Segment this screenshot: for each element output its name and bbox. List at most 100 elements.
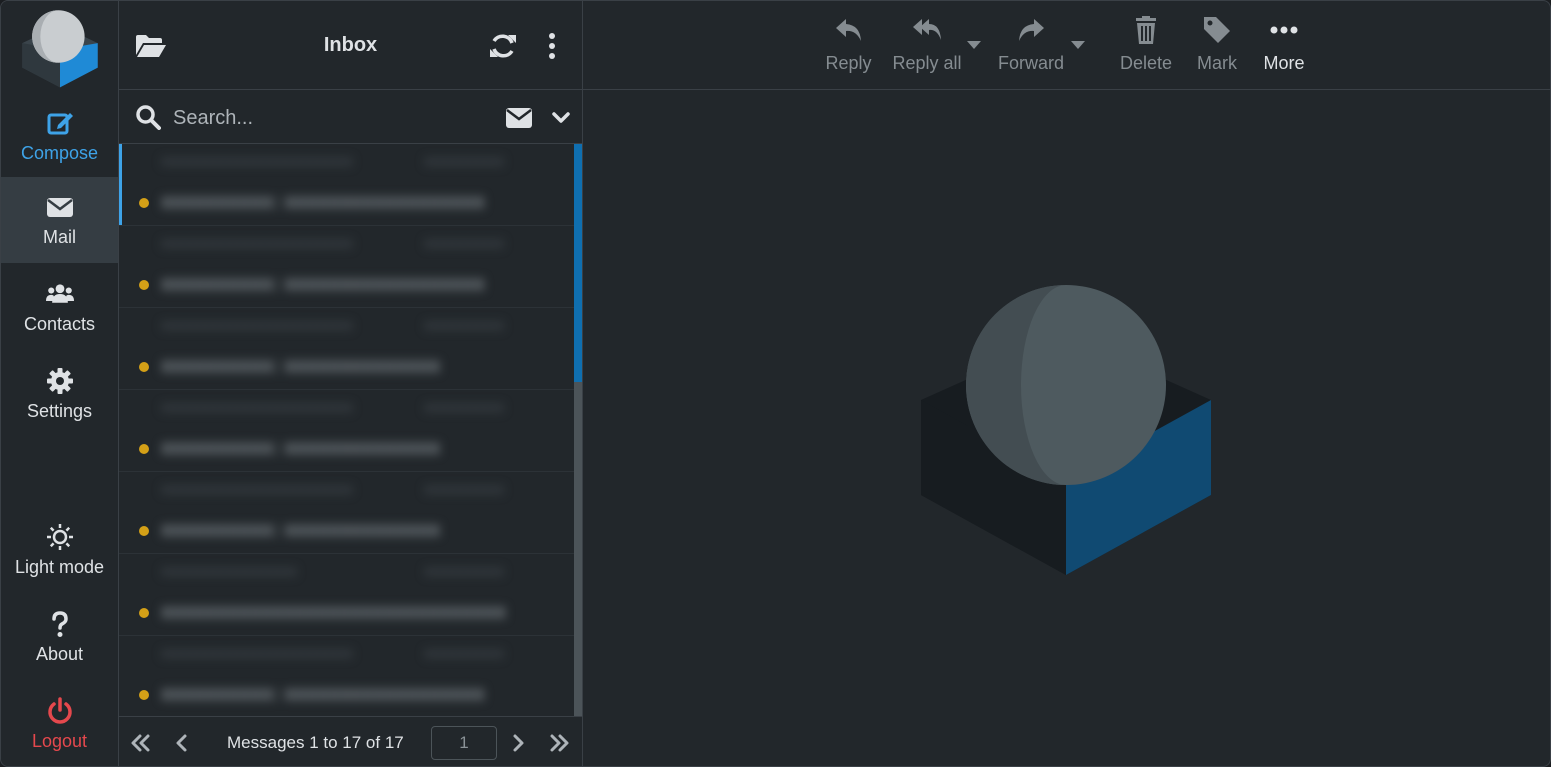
ellipsis-icon [1270, 26, 1298, 34]
app-logo[interactable] [19, 7, 101, 89]
unread-dot [139, 690, 149, 700]
pagination: Messages 1 to 17 of 17 [119, 716, 582, 766]
reply-icon [835, 19, 861, 41]
envelope-icon[interactable] [505, 107, 533, 129]
nav-about-label: About [35, 643, 84, 664]
message-subject: xxxxxxxxxx: xxxxxxxxxxxxxx [161, 355, 441, 377]
message-sender: xxxxxxxxxxxxxxxxxxxxxxxx [161, 153, 353, 170]
message-subject: xxxxxxxxxxxxxxxxxxxxxxxxxxxxxxx [161, 601, 506, 623]
users-icon [45, 283, 74, 303]
message-row[interactable]: xxxxxxxxxxxxxxxxxxxxxxxx xxxxxxxxxx xxxx… [119, 472, 574, 554]
message-list-scrollbar[interactable] [574, 144, 582, 716]
reply-button[interactable]: Reply [821, 15, 876, 85]
scrollbar-thumb[interactable] [574, 144, 582, 382]
unread-dot [139, 526, 149, 536]
message-sender: xxxxxxxxxxxxxxxxx [161, 563, 297, 580]
message-row[interactable]: xxxxxxxxxxxxxxxxxxxxxxxx xxxxxxxxxx xxxx… [119, 636, 574, 716]
reply-all-icon [913, 19, 941, 40]
reply-all-caret-icon[interactable] [967, 41, 981, 50]
nav-contacts-label: Contacts [23, 313, 96, 334]
mark-label: Mark [1197, 53, 1237, 73]
delete-button[interactable]: Delete [1116, 15, 1176, 85]
nav-settings-label: Settings [26, 400, 93, 421]
more-label: More [1263, 53, 1305, 73]
unread-dot [139, 198, 149, 208]
message-sender: xxxxxxxxxxxxxxxxxxxxxxxx [161, 399, 353, 416]
unread-dot [139, 608, 149, 618]
message-sender: xxxxxxxxxxxxxxxxxxxxxxxx [161, 235, 353, 252]
search-bar [119, 90, 582, 144]
search-icon[interactable] [135, 104, 161, 130]
message-row[interactable]: xxxxxxxxxxxxxxxxxxxxxxxx xxxxxxxxxx xxxx… [119, 144, 574, 226]
message-list-panel: Inbox Search... xxxxxxxxxxxxxxxxxxxxxxxx… [119, 1, 583, 766]
gear-icon [46, 367, 73, 394]
nav-light-mode-label: Light mode [14, 556, 105, 577]
nav-mail-label: Mail [42, 226, 76, 247]
message-preview-pane [583, 90, 1550, 766]
message-toolbar: Reply Reply all Forward Delete Mark More [583, 1, 1550, 90]
envelope-icon [46, 197, 73, 217]
unread-dot [139, 362, 149, 372]
message-subject: xxxxxxxxxx: xxxxxxxxxxxxxx [161, 519, 441, 541]
message-sender: xxxxxxxxxxxxxxxxxxxxxxxx [161, 645, 353, 662]
reply-label: Reply [825, 53, 872, 73]
unread-dot [139, 444, 149, 454]
message-date: xxxxxxxxxx [424, 563, 504, 580]
main-navigation: Compose Mail Contacts Settings Light mod… [1, 1, 119, 766]
nav-settings[interactable]: Settings [1, 351, 118, 437]
mark-button[interactable]: Mark [1191, 15, 1243, 85]
message-row[interactable]: xxxxxxxxxxxxxxxxxxxxxxxx xxxxxxxxxx xxxx… [119, 308, 574, 390]
nav-mail[interactable]: Mail [1, 177, 118, 263]
nav-compose[interactable]: Compose [1, 93, 118, 179]
search-input[interactable] [171, 102, 495, 134]
more-button[interactable]: More [1259, 15, 1309, 85]
previous-page-icon[interactable] [171, 733, 193, 753]
reply-all-button[interactable]: Reply all [887, 15, 967, 85]
nav-logout-label: Logout [31, 730, 88, 751]
delete-label: Delete [1119, 53, 1173, 73]
unread-dot [139, 280, 149, 290]
message-date: xxxxxxxxxx [424, 317, 504, 334]
forward-button[interactable]: Forward [993, 15, 1069, 85]
message-list: xxxxxxxxxxxxxxxxxxxxxxxx xxxxxxxxxx xxxx… [119, 144, 574, 716]
sun-icon [46, 523, 73, 550]
message-subject: xxxxxxxxxx: xxxxxxxxxxxxxxxxxx [161, 273, 485, 295]
message-row[interactable]: xxxxxxxxxxxxxxxxxxxxxxxx xxxxxxxxxx xxxx… [119, 226, 574, 308]
message-subject: xxxxxxxxxx: xxxxxxxxxxxxxxxxxx [161, 191, 485, 213]
tag-icon [1204, 17, 1230, 43]
message-subject: xxxxxxxxxx: xxxxxxxxxxxxxx [161, 437, 441, 459]
power-icon [47, 696, 72, 724]
page-number-input[interactable] [431, 726, 497, 760]
question-icon [51, 610, 68, 637]
edit-icon [47, 112, 73, 134]
kebab-menu-icon[interactable] [545, 32, 559, 60]
reply-all-label: Reply all [892, 53, 962, 73]
message-date: xxxxxxxxxx [424, 153, 504, 170]
nav-light-mode[interactable]: Light mode [1, 507, 118, 593]
refresh-icon[interactable] [489, 32, 517, 60]
message-date: xxxxxxxxxx [424, 235, 504, 252]
trash-icon [1136, 16, 1156, 44]
pager-info: Messages 1 to 17 of 17 [227, 733, 404, 752]
next-page-icon[interactable] [507, 733, 529, 753]
chevron-down-icon[interactable] [552, 111, 570, 125]
message-row[interactable]: xxxxxxxxxxxxxxxxx xxxxxxxxxx xxxxxxxxxxx… [119, 554, 574, 636]
first-page-icon[interactable] [129, 733, 151, 753]
message-sender: xxxxxxxxxxxxxxxxxxxxxxxx [161, 317, 353, 334]
nav-contacts[interactable]: Contacts [1, 264, 118, 350]
forward-label: Forward [997, 53, 1064, 73]
message-date: xxxxxxxxxx [424, 399, 504, 416]
forward-icon [1019, 19, 1044, 41]
nav-about[interactable]: About [1, 594, 118, 680]
nav-logout[interactable]: Logout [1, 681, 118, 766]
message-subject: xxxxxxxxxx: xxxxxxxxxxxxxxxxxx [161, 683, 485, 705]
last-page-icon[interactable] [549, 733, 571, 753]
message-date: xxxxxxxxxx [424, 645, 504, 662]
watermark-logo [921, 285, 1211, 575]
nav-compose-label: Compose [20, 142, 99, 163]
folder-open-icon[interactable] [135, 33, 167, 59]
message-date: xxxxxxxxxx [424, 481, 504, 498]
message-row[interactable]: xxxxxxxxxxxxxxxxxxxxxxxx xxxxxxxxxx xxxx… [119, 390, 574, 472]
message-sender: xxxxxxxxxxxxxxxxxxxxxxxx [161, 481, 353, 498]
forward-caret-icon[interactable] [1071, 41, 1085, 50]
